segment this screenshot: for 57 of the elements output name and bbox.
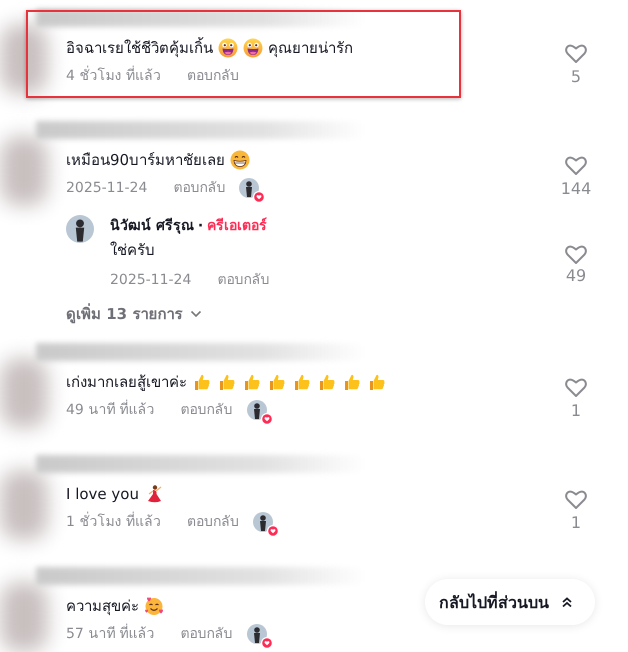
comment-text: เก่งมากเลยสู้เขาค่ะ [66,372,187,393]
avatar-icon[interactable] [252,512,273,532]
heart-icon[interactable] [564,154,588,176]
grinning-face-icon [230,150,250,170]
view-more-replies[interactable]: ดูเพิ่ม 13 รายการ [66,302,202,326]
heart-badge-icon [260,413,273,425]
thumbs-up-icon [192,372,212,392]
comment-text: ใช่ครับ [110,240,156,261]
like-count: 49 [566,265,586,287]
heart-icon[interactable] [564,42,588,64]
thumbs-up-icon [367,372,387,392]
thumbs-up-icon [267,372,287,392]
comment-text: คุณยายน่ารัก [268,38,353,60]
avatar-icon[interactable] [239,178,260,198]
chevron-down-icon [190,310,202,318]
thumbs-up-icon [292,372,312,392]
double-chevron-up-icon [561,596,573,608]
thumbs-up-icon [242,372,262,392]
comment-time: 1 ชั่วโมง ที่แล้ว [66,508,161,536]
comment-text: I love you [66,484,139,505]
separator-dot: · [198,217,204,236]
heart-icon[interactable] [564,376,588,398]
reply-link[interactable]: ตอบกลับ [180,620,233,648]
comment-time: 49 นาที ที่แล้ว [66,396,155,424]
heart-icon[interactable] [564,488,588,510]
like-count: 1 [570,400,582,422]
comment-time: 4 ชั่วโมง ที่แล้ว [66,62,161,90]
avatar-icon[interactable] [246,624,267,644]
avatar-icon[interactable] [66,215,94,243]
comment-text: อิจฉาเรยใช้ชีวิตคุ้มเกิ้น [66,36,213,60]
heart-badge-icon [266,525,279,537]
comment-time: 2025-11-24 [110,271,192,290]
reply-link[interactable]: ตอบกลับ [186,62,239,90]
avatar-icon[interactable] [246,400,267,420]
like-count: 1 [570,512,582,534]
like-count: 144 [560,178,592,200]
comment-time: 2025-11-24 [66,179,148,198]
laughing-face-icon [218,38,238,58]
thumbs-up-icon [317,372,337,392]
heart-icon[interactable] [564,243,588,265]
heart-badge-icon [260,637,273,649]
reply-link[interactable]: ตอบกลับ [217,266,270,294]
thumbs-up-icon [342,372,362,392]
back-to-top-button[interactable]: กลับไปที่ส่วนบน [425,579,595,625]
comment-time: 57 นาที ที่แล้ว [66,620,155,648]
reply-link[interactable]: ตอบกลับ [186,508,239,536]
comment-text: ความสุขค่ะ [66,596,139,618]
thumbs-up-icon [217,372,237,392]
creator-label: ครีเอเตอร์ [207,216,268,236]
author-name[interactable]: นิวัฒน์ ศรีรุณ [110,214,194,238]
smiling-face-with-hearts-icon [144,596,164,616]
heart-badge-icon [253,191,266,203]
reply-link[interactable]: ตอบกลับ [173,174,226,202]
like-count: 5 [570,66,582,88]
reply-link[interactable]: ตอบกลับ [180,396,233,424]
laughing-face-icon [243,38,263,58]
comment-text: เหมือน90บาร์มหาชัยเลย [66,150,226,171]
